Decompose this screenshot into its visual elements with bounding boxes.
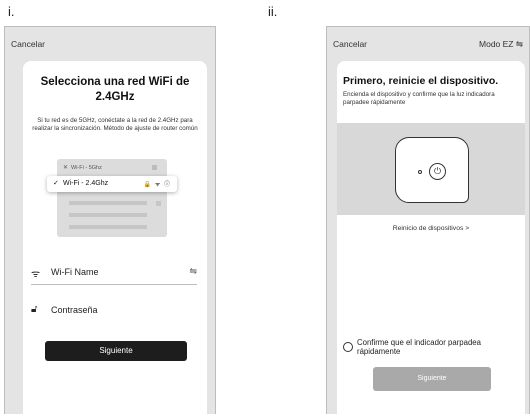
- confirm-indicator-option[interactable]: Confirme que el indicador parpadea rápid…: [343, 337, 521, 363]
- check-icon: ✓: [53, 180, 59, 187]
- power-button-icon: ⏻: [429, 163, 446, 180]
- next-button[interactable]: Siguiente: [45, 341, 187, 361]
- page-description: Encienda el dispositivo y confirme que l…: [343, 91, 495, 106]
- panel-label-ii: ii.: [268, 4, 278, 19]
- confirm-text: Confirme que el indicador parpadea rápid…: [357, 338, 481, 356]
- phone-screen-reset-device: Cancelar Modo EZ ⇋ Primero, reinicie el …: [326, 26, 530, 414]
- placeholder-bar: [69, 225, 147, 229]
- top-bar: Cancelar Modo EZ ⇋: [333, 39, 523, 53]
- router-illustration: ✕ Wi-Fi - 5Ghz ✓ Wi-Fi - 2.4Ghz 🔒 ᯤ ⓘ: [47, 159, 177, 237]
- square-icon: [152, 165, 157, 170]
- indicator-light-icon: [418, 170, 422, 174]
- network-label-24ghz: Wi-Fi - 2.4Ghz: [63, 180, 109, 187]
- cancel-button[interactable]: Cancelar: [333, 39, 367, 49]
- page-title: Selecciona una red WiFi de 2.4GHz: [40, 76, 190, 103]
- lock-icon: 🔓︎: [31, 304, 38, 315]
- placeholder-bar: [69, 201, 147, 205]
- panel-label-i: i.: [8, 4, 15, 19]
- close-icon: ✕: [63, 165, 69, 171]
- top-bar: Cancelar: [11, 39, 209, 53]
- wifi-name-field[interactable]: ᯤ Wi-Fi Name ⇋: [31, 261, 197, 285]
- network-status-icons: 🔒 ᯤ ⓘ: [143, 182, 171, 188]
- password-field[interactable]: 🔓︎ Contraseña: [31, 299, 197, 323]
- network-row-24ghz: ✓ Wi-Fi - 2.4Ghz 🔒 ᯤ ⓘ: [47, 176, 177, 192]
- network-label-5ghz: Wi-Fi - 5Ghz: [71, 165, 102, 171]
- password-placeholder: Contraseña: [51, 305, 98, 315]
- switch-network-icon[interactable]: ⇋: [189, 266, 197, 277]
- wifi-icon: ᯤ: [31, 269, 41, 280]
- content-card: Primero, reinicie el dispositivo. Encien…: [337, 61, 525, 414]
- cancel-button[interactable]: Cancelar: [11, 39, 45, 49]
- network-row-5ghz: ✕ Wi-Fi - 5Ghz: [63, 163, 159, 173]
- next-button-disabled[interactable]: Siguiente: [373, 367, 491, 391]
- device-illustration: ⏻: [395, 137, 469, 203]
- placeholder-square: [156, 201, 161, 206]
- radio-button[interactable]: [343, 342, 353, 352]
- placeholder-bar: [69, 213, 147, 217]
- page-description: Si tu red es de 5GHz, conéctate a la red…: [32, 117, 198, 132]
- phone-screen-wifi-select: Cancelar Selecciona una red WiFi de 2.4G…: [4, 26, 216, 414]
- wifi-name-value: Wi-Fi Name: [51, 267, 99, 277]
- page-title: Primero, reinicie el dispositivo.: [343, 75, 499, 87]
- mode-ez-button[interactable]: Modo EZ ⇋: [479, 39, 523, 50]
- content-card: Selecciona una red WiFi de 2.4GHz Si tu …: [23, 61, 207, 414]
- device-reset-link[interactable]: Reinicio de dispositivos >: [337, 225, 525, 232]
